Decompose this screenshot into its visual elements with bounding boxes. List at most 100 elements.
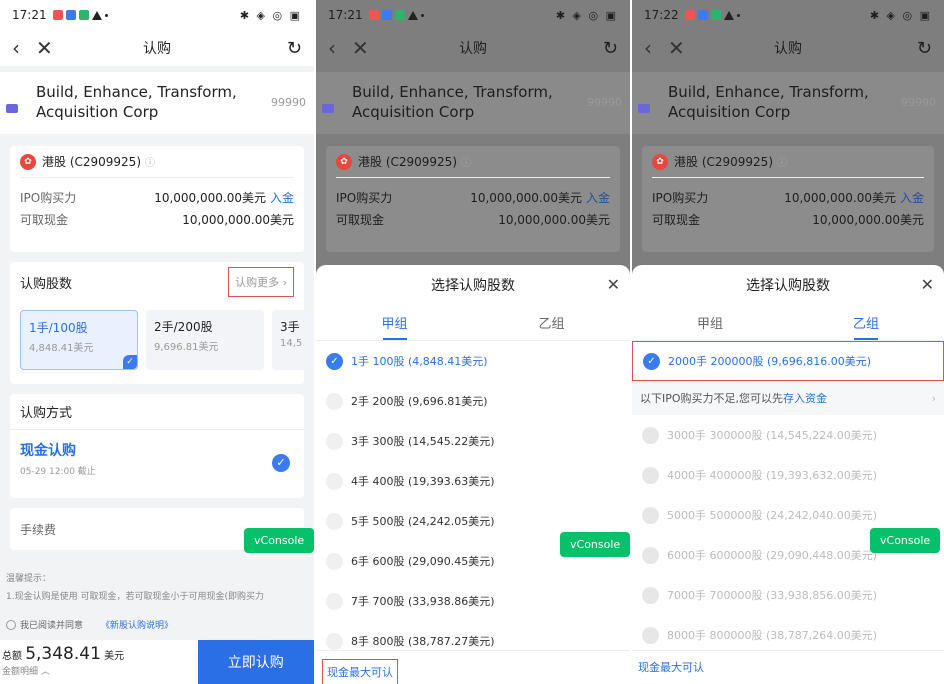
info-icon[interactable]: ⓘ <box>145 154 155 169</box>
stock-code: 99990 <box>901 96 936 109</box>
check-icon: ✓ <box>326 352 343 370</box>
sheet-title: 选择认购股数 <box>746 278 830 294</box>
close-icon[interactable]: ✕ <box>352 36 369 60</box>
back-icon[interactable]: ‹ <box>644 36 652 60</box>
amount-detail-link[interactable]: 金额明细 ︿ <box>2 664 198 677</box>
ipo-instructions-link[interactable]: 《新股认购说明》 <box>101 618 173 631</box>
status-time: 17:21 <box>328 8 363 22</box>
fee-label: 手续费 <box>20 522 57 537</box>
deposit-link[interactable]: 入金 <box>900 189 924 206</box>
more-dot-icon <box>420 13 424 17</box>
nav-bar: ‹ ✕ 认购 ↻ <box>316 30 630 66</box>
radio-icon <box>642 426 659 444</box>
ipo-power-label: IPO购买力 <box>652 190 709 205</box>
close-icon[interactable]: ✕ <box>921 275 934 294</box>
warning-icon <box>723 10 734 20</box>
app-notification-icon <box>697 10 708 20</box>
refresh-icon[interactable]: ↻ <box>603 38 618 59</box>
tips-text: 1.现金认购是使用 可取现金，若可取现金小于可用现金(即购买力 <box>6 592 264 602</box>
close-icon[interactable]: ✕ <box>36 36 53 60</box>
back-icon[interactable]: ‹ <box>12 36 20 60</box>
lot-option-label: 3000手 300000股 (14,545,224.00美元) <box>667 429 878 442</box>
lot-chip[interactable]: 1手/100股 4,848.41美元 ✓ <box>20 310 138 370</box>
ipo-power-row: IPO购买力 10,000,000.00美元 入金 <box>336 186 610 208</box>
cash-row: 可取现金 10,000,000.00美元 <box>20 208 294 230</box>
cash-method-option[interactable]: 现金认购 05-29 12:00 截止 <box>10 430 304 487</box>
total-block: 总额 5,348.41 美元 金额明细 ︿ <box>0 640 198 684</box>
group-tabs: 甲组 乙组 <box>316 305 630 341</box>
sheet-title: 选择认购股数 <box>431 278 515 294</box>
insufficient-notice[interactable]: 以下IPO购买力不足,您可以先 存入资金 › <box>632 381 944 415</box>
deposit-funds-link[interactable]: 存入资金 <box>783 390 827 406</box>
agree-row[interactable]: 我已阅读并同意 《新股认购说明》 <box>6 618 314 631</box>
lot-option-label: 6000手 600000股 (29,090,448.00美元) <box>667 549 878 562</box>
lot-option-label: 1手 100股 (4,848.41美元) <box>351 355 488 368</box>
cash-value: 10,000,000.00美元 <box>498 212 610 227</box>
vconsole-button[interactable]: vConsole <box>870 528 941 553</box>
check-icon: ✓ <box>272 454 290 472</box>
stock-code: 99990 <box>271 96 306 109</box>
method-section: 认购方式 现金认购 05-29 12:00 截止 ✓ <box>10 394 304 498</box>
subscribe-more-button[interactable]: 认购更多 › <box>228 267 294 297</box>
system-status-icons: ✱ ◈ ◎ ▣ <box>239 8 302 22</box>
notice-text: 以下IPO购买力不足,您可以先 <box>640 392 784 405</box>
lot-option[interactable]: 2手 200股 (9,696.81美元) <box>316 381 630 421</box>
lot-option[interactable]: 3手 300股 (14,545.22美元) <box>316 421 630 461</box>
shares-section: 认购股数 认购更多 › 1手/100股 4,848.41美元 ✓ 2手/200股… <box>10 262 314 384</box>
ipo-power-label: IPO购买力 <box>336 190 393 205</box>
sheet-header: 选择认购股数 ✕ <box>316 265 630 305</box>
lot-option-label: 2000手 200000股 (9,696,816.00美元) <box>668 355 872 368</box>
close-icon[interactable]: ✕ <box>668 36 685 60</box>
vconsole-button[interactable]: vConsole <box>560 532 630 557</box>
tab-group-b[interactable]: 乙组 <box>788 305 944 340</box>
deposit-link[interactable]: 入金 <box>586 189 610 206</box>
account-card: ✿ 港股 (C2909925) ⓘ IPO购买力 10,000,000.00美元… <box>10 146 304 252</box>
tips-title: 温馨提示： <box>6 574 52 584</box>
stock-name: Build, Enhance, Transform, Acquisition C… <box>668 83 869 121</box>
stock-header: Build, Enhance, Transform, Acquisition C… <box>632 72 944 134</box>
tab-group-b[interactable]: 乙组 <box>473 305 630 340</box>
radio-icon <box>642 626 659 644</box>
close-icon[interactable]: ✕ <box>607 275 620 294</box>
account-header: ✿ 港股 (C2909925) ⓘ <box>652 153 924 178</box>
sheet-header: 选择认购股数 ✕ <box>632 265 944 305</box>
info-icon[interactable]: ⓘ <box>777 154 787 169</box>
back-icon[interactable]: ‹ <box>328 36 336 60</box>
vconsole-button[interactable]: vConsole <box>244 528 314 553</box>
tab-group-a[interactable]: 甲组 <box>316 305 473 340</box>
refresh-icon[interactable]: ↻ <box>917 38 932 59</box>
lot-option[interactable]: ✓ 2000手 200000股 (9,696,816.00美元) <box>632 341 944 381</box>
system-status-icons: ✱ ◈ ◎ ▣ <box>555 8 618 22</box>
lot-option[interactable]: 7手 700股 (33,938.86美元) <box>316 581 630 621</box>
ipo-power-value: 10,000,000.00美元 <box>784 190 896 205</box>
status-bar: 17:21 ✱ ◈ ◎ ▣ <box>0 0 314 30</box>
lot-option[interactable]: 4手 400股 (19,393.63美元) <box>316 461 630 501</box>
lot-chip[interactable]: 3手 14,5 <box>272 310 314 370</box>
hk-flag-icon: ✿ <box>336 153 352 170</box>
app-notification-icon <box>381 10 392 20</box>
screens: 17:21 ✱ ◈ ◎ ▣ ‹ ✕ 认购 ↻ Build, Enhance, T… <box>0 0 944 684</box>
account-name: 港股 (C2909925) <box>674 155 774 169</box>
subscribe-now-button[interactable]: 立即认购 <box>197 640 314 684</box>
lot-option[interactable]: ✓ 1手 100股 (4,848.41美元) <box>316 341 630 381</box>
deposit-link[interactable]: 入金 <box>270 189 294 206</box>
lot-chip[interactable]: 2手/200股 9,696.81美元 <box>146 310 264 370</box>
lot-option: 7000手 700000股 (33,938,856.00美元) <box>632 575 944 615</box>
agree-radio[interactable] <box>6 619 16 630</box>
app-notification-icon <box>65 10 76 20</box>
account-header: ✿ 港股 (C2909925) ⓘ <box>20 153 294 178</box>
ipo-power-label: IPO购买力 <box>20 190 77 205</box>
status-time: 17:21 <box>12 8 47 22</box>
status-bar: 17:21 ✱ ◈ ◎ ▣ <box>316 0 630 30</box>
refresh-icon[interactable]: ↻ <box>287 38 302 59</box>
agree-text: 我已阅读并同意 <box>20 621 84 631</box>
sheet-footer: 现金最大可认 <box>632 650 944 684</box>
stock-name: Build, Enhance, Transform, Acquisition C… <box>36 83 237 121</box>
info-icon[interactable]: ⓘ <box>461 154 471 169</box>
tab-group-a[interactable]: 甲组 <box>632 305 788 340</box>
account-name: 港股 (C2909925) <box>358 155 458 169</box>
radio-icon <box>642 466 659 484</box>
cash-method-title: 现金认购 <box>20 443 76 459</box>
check-icon: ✓ <box>123 355 137 369</box>
hk-flag-icon: ✿ <box>652 153 668 170</box>
